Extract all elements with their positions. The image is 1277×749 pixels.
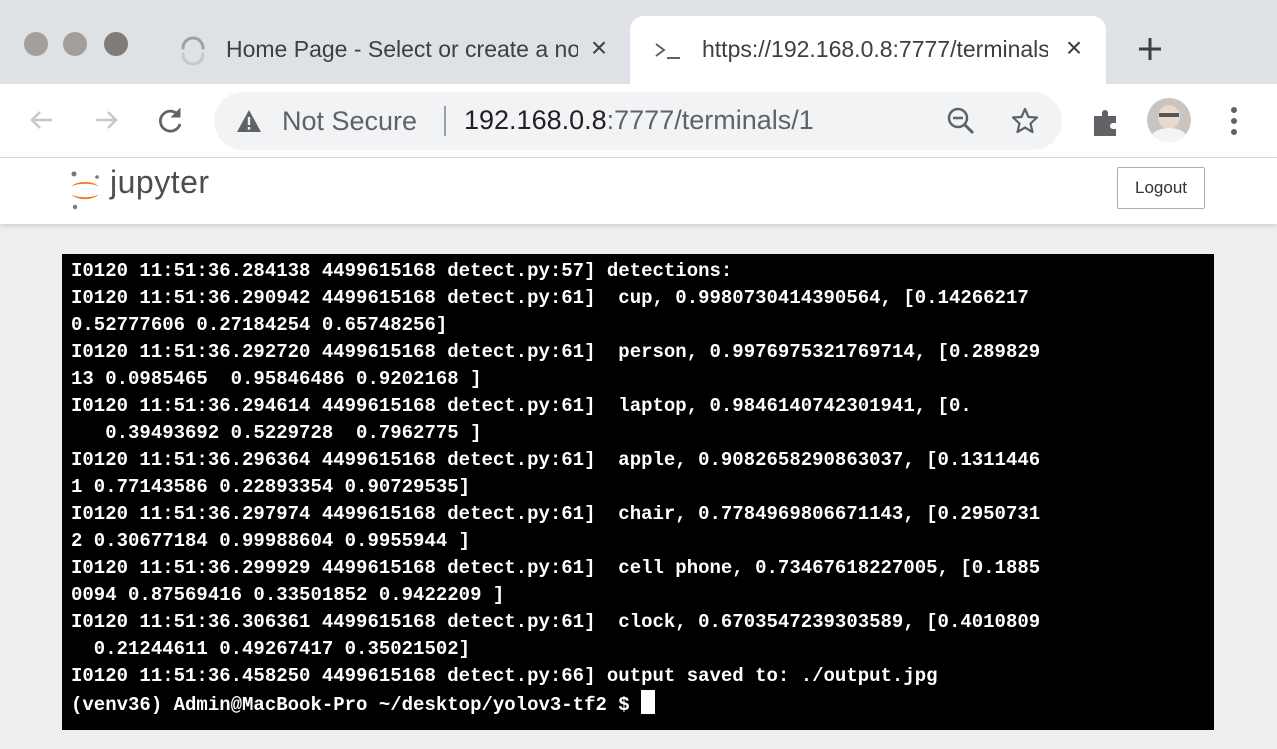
- reload-icon[interactable]: [152, 102, 188, 138]
- menu-dots-icon[interactable]: [1222, 104, 1246, 138]
- terminal-cursor: [641, 690, 656, 714]
- tab-title: Home Page - Select or create a notebook: [226, 36, 578, 62]
- tab-terminal[interactable]: https://192.168.0.8:7777/terminals/1 ×: [630, 16, 1106, 84]
- star-icon[interactable]: [1010, 106, 1040, 136]
- address-bar[interactable]: Not Secure 192.168.0.8:7777/terminals/1: [214, 92, 1062, 150]
- terminal-line: 0.52777606 0.27184254 0.65748256]: [71, 314, 448, 336]
- terminal-line: 0094 0.87569416 0.33501852 0.9422209 ]: [71, 584, 505, 606]
- tab-close-icon[interactable]: ×: [585, 34, 613, 62]
- terminal-line: I0120 11:51:36.296364 4499615168 detect.…: [71, 449, 1041, 471]
- terminal-window[interactable]: I0120 11:51:36.284138 4499615168 detect.…: [62, 254, 1214, 730]
- tab-close-icon[interactable]: ×: [1060, 34, 1088, 62]
- terminal-line: I0120 11:51:36.458250 4499615168 detect.…: [71, 665, 938, 687]
- terminal-line: 1 0.77143586 0.22893354 0.90729535]: [71, 476, 471, 498]
- back-icon[interactable]: [24, 102, 60, 138]
- logout-button[interactable]: Logout: [1117, 167, 1205, 209]
- browser-toolbar: Not Secure 192.168.0.8:7777/terminals/1: [0, 84, 1277, 158]
- jupyter-logo-icon[interactable]: [68, 168, 102, 212]
- jupyter-wordmark[interactable]: jupyter: [110, 164, 210, 201]
- terminal-line: 13 0.0985465 0.95846486 0.9202168 ]: [71, 368, 482, 390]
- tab-title: https://192.168.0.8:7777/terminals/1: [702, 36, 1048, 62]
- warning-icon: [237, 110, 261, 132]
- terminal-line: I0120 11:51:36.290942 4499615168 detect.…: [71, 287, 1029, 309]
- window-zoom-button[interactable]: [104, 32, 128, 56]
- url-host: 192.168.0.8: [464, 105, 607, 135]
- tab-strip: Home Page - Select or create a notebook …: [0, 0, 1277, 84]
- zoom-out-icon[interactable]: [946, 106, 976, 136]
- window-close-button[interactable]: [24, 32, 48, 56]
- new-tab-icon[interactable]: [1133, 32, 1167, 66]
- security-label[interactable]: Not Secure: [282, 106, 417, 137]
- terminal-line: 2 0.30677184 0.99988604 0.9955944 ]: [71, 530, 471, 552]
- terminal-prompt: (venv36) Admin@MacBook-Pro ~/desktop/yol…: [71, 694, 642, 716]
- address-separator: [444, 106, 446, 136]
- terminal-prompt-line[interactable]: (venv36) Admin@MacBook-Pro ~/desktop/yol…: [71, 690, 1214, 717]
- profile-avatar[interactable]: [1147, 98, 1191, 142]
- jupyter-header: jupyter Logout: [0, 158, 1277, 224]
- terminal-line: I0120 11:51:36.297974 4499615168 detect.…: [71, 503, 1041, 525]
- terminal-line: I0120 11:51:36.292720 4499615168 detect.…: [71, 341, 1041, 363]
- url-path: :7777/terminals/1: [606, 105, 814, 135]
- terminal-line: 0.21244611 0.49267417 0.35021502]: [71, 638, 471, 660]
- terminal-prompt-icon: [655, 43, 680, 59]
- window-minimize-button[interactable]: [63, 32, 87, 56]
- terminal-line: I0120 11:51:36.306361 4499615168 detect.…: [71, 611, 1041, 633]
- jupyter-spinner-icon: [181, 36, 205, 66]
- terminal-line: 0.39493692 0.5229728 0.7962775 ]: [71, 422, 482, 444]
- terminal-line: I0120 11:51:36.299929 4499615168 detect.…: [71, 557, 1041, 579]
- url-text[interactable]: 192.168.0.8:7777/terminals/1: [464, 105, 814, 136]
- terminal-line: I0120 11:51:36.284138 4499615168 detect.…: [71, 260, 733, 282]
- extensions-icon[interactable]: [1090, 106, 1122, 138]
- terminal-line: I0120 11:51:36.294614 4499615168 detect.…: [71, 395, 972, 417]
- forward-icon[interactable]: [88, 102, 124, 138]
- tab-home-page[interactable]: Home Page - Select or create a notebook …: [160, 16, 628, 84]
